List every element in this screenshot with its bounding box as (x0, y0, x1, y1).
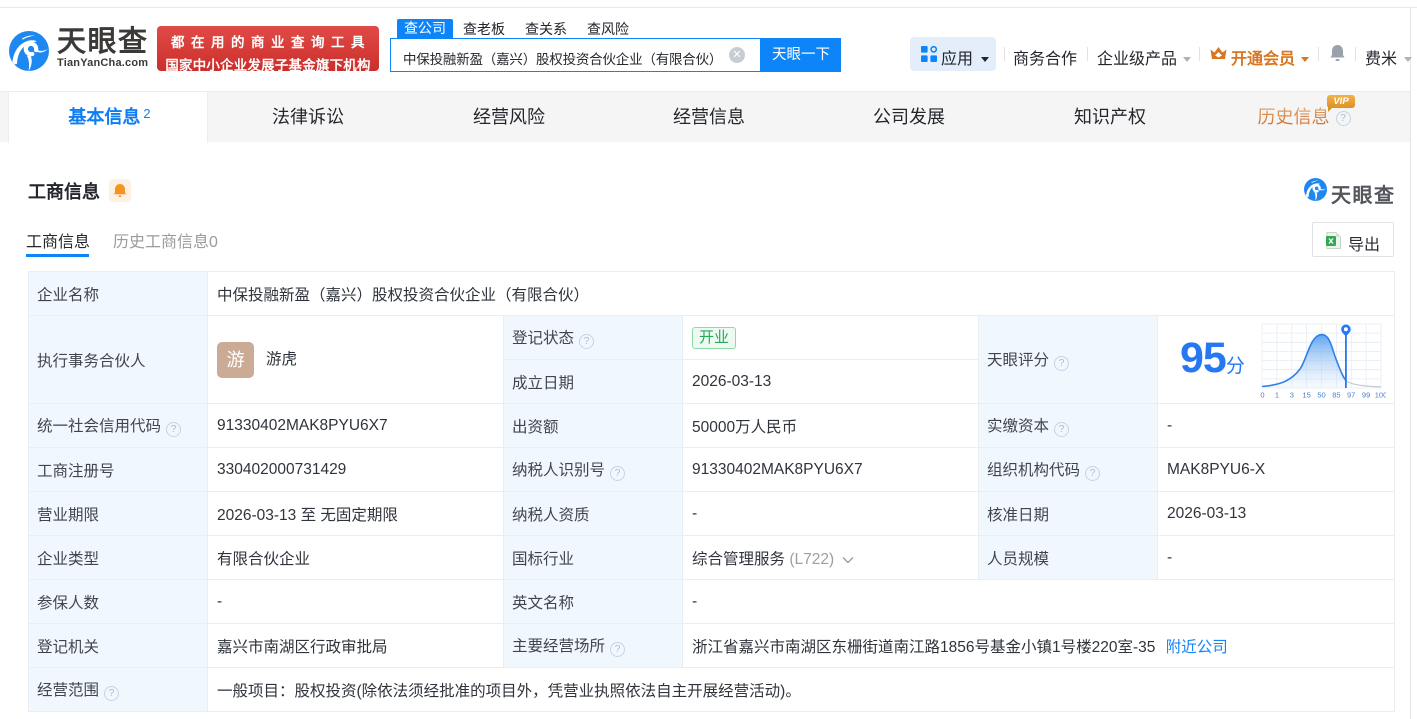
svg-text:85: 85 (1332, 391, 1340, 400)
svg-text:15: 15 (1302, 391, 1310, 400)
svg-text:100: 100 (1375, 391, 1386, 400)
svg-text:99: 99 (1362, 391, 1370, 400)
svg-text:3: 3 (1290, 391, 1294, 400)
svg-text:0: 0 (1260, 391, 1264, 400)
svg-text:1: 1 (1275, 391, 1279, 400)
svg-text:97: 97 (1347, 391, 1355, 400)
svg-text:50: 50 (1317, 391, 1325, 400)
